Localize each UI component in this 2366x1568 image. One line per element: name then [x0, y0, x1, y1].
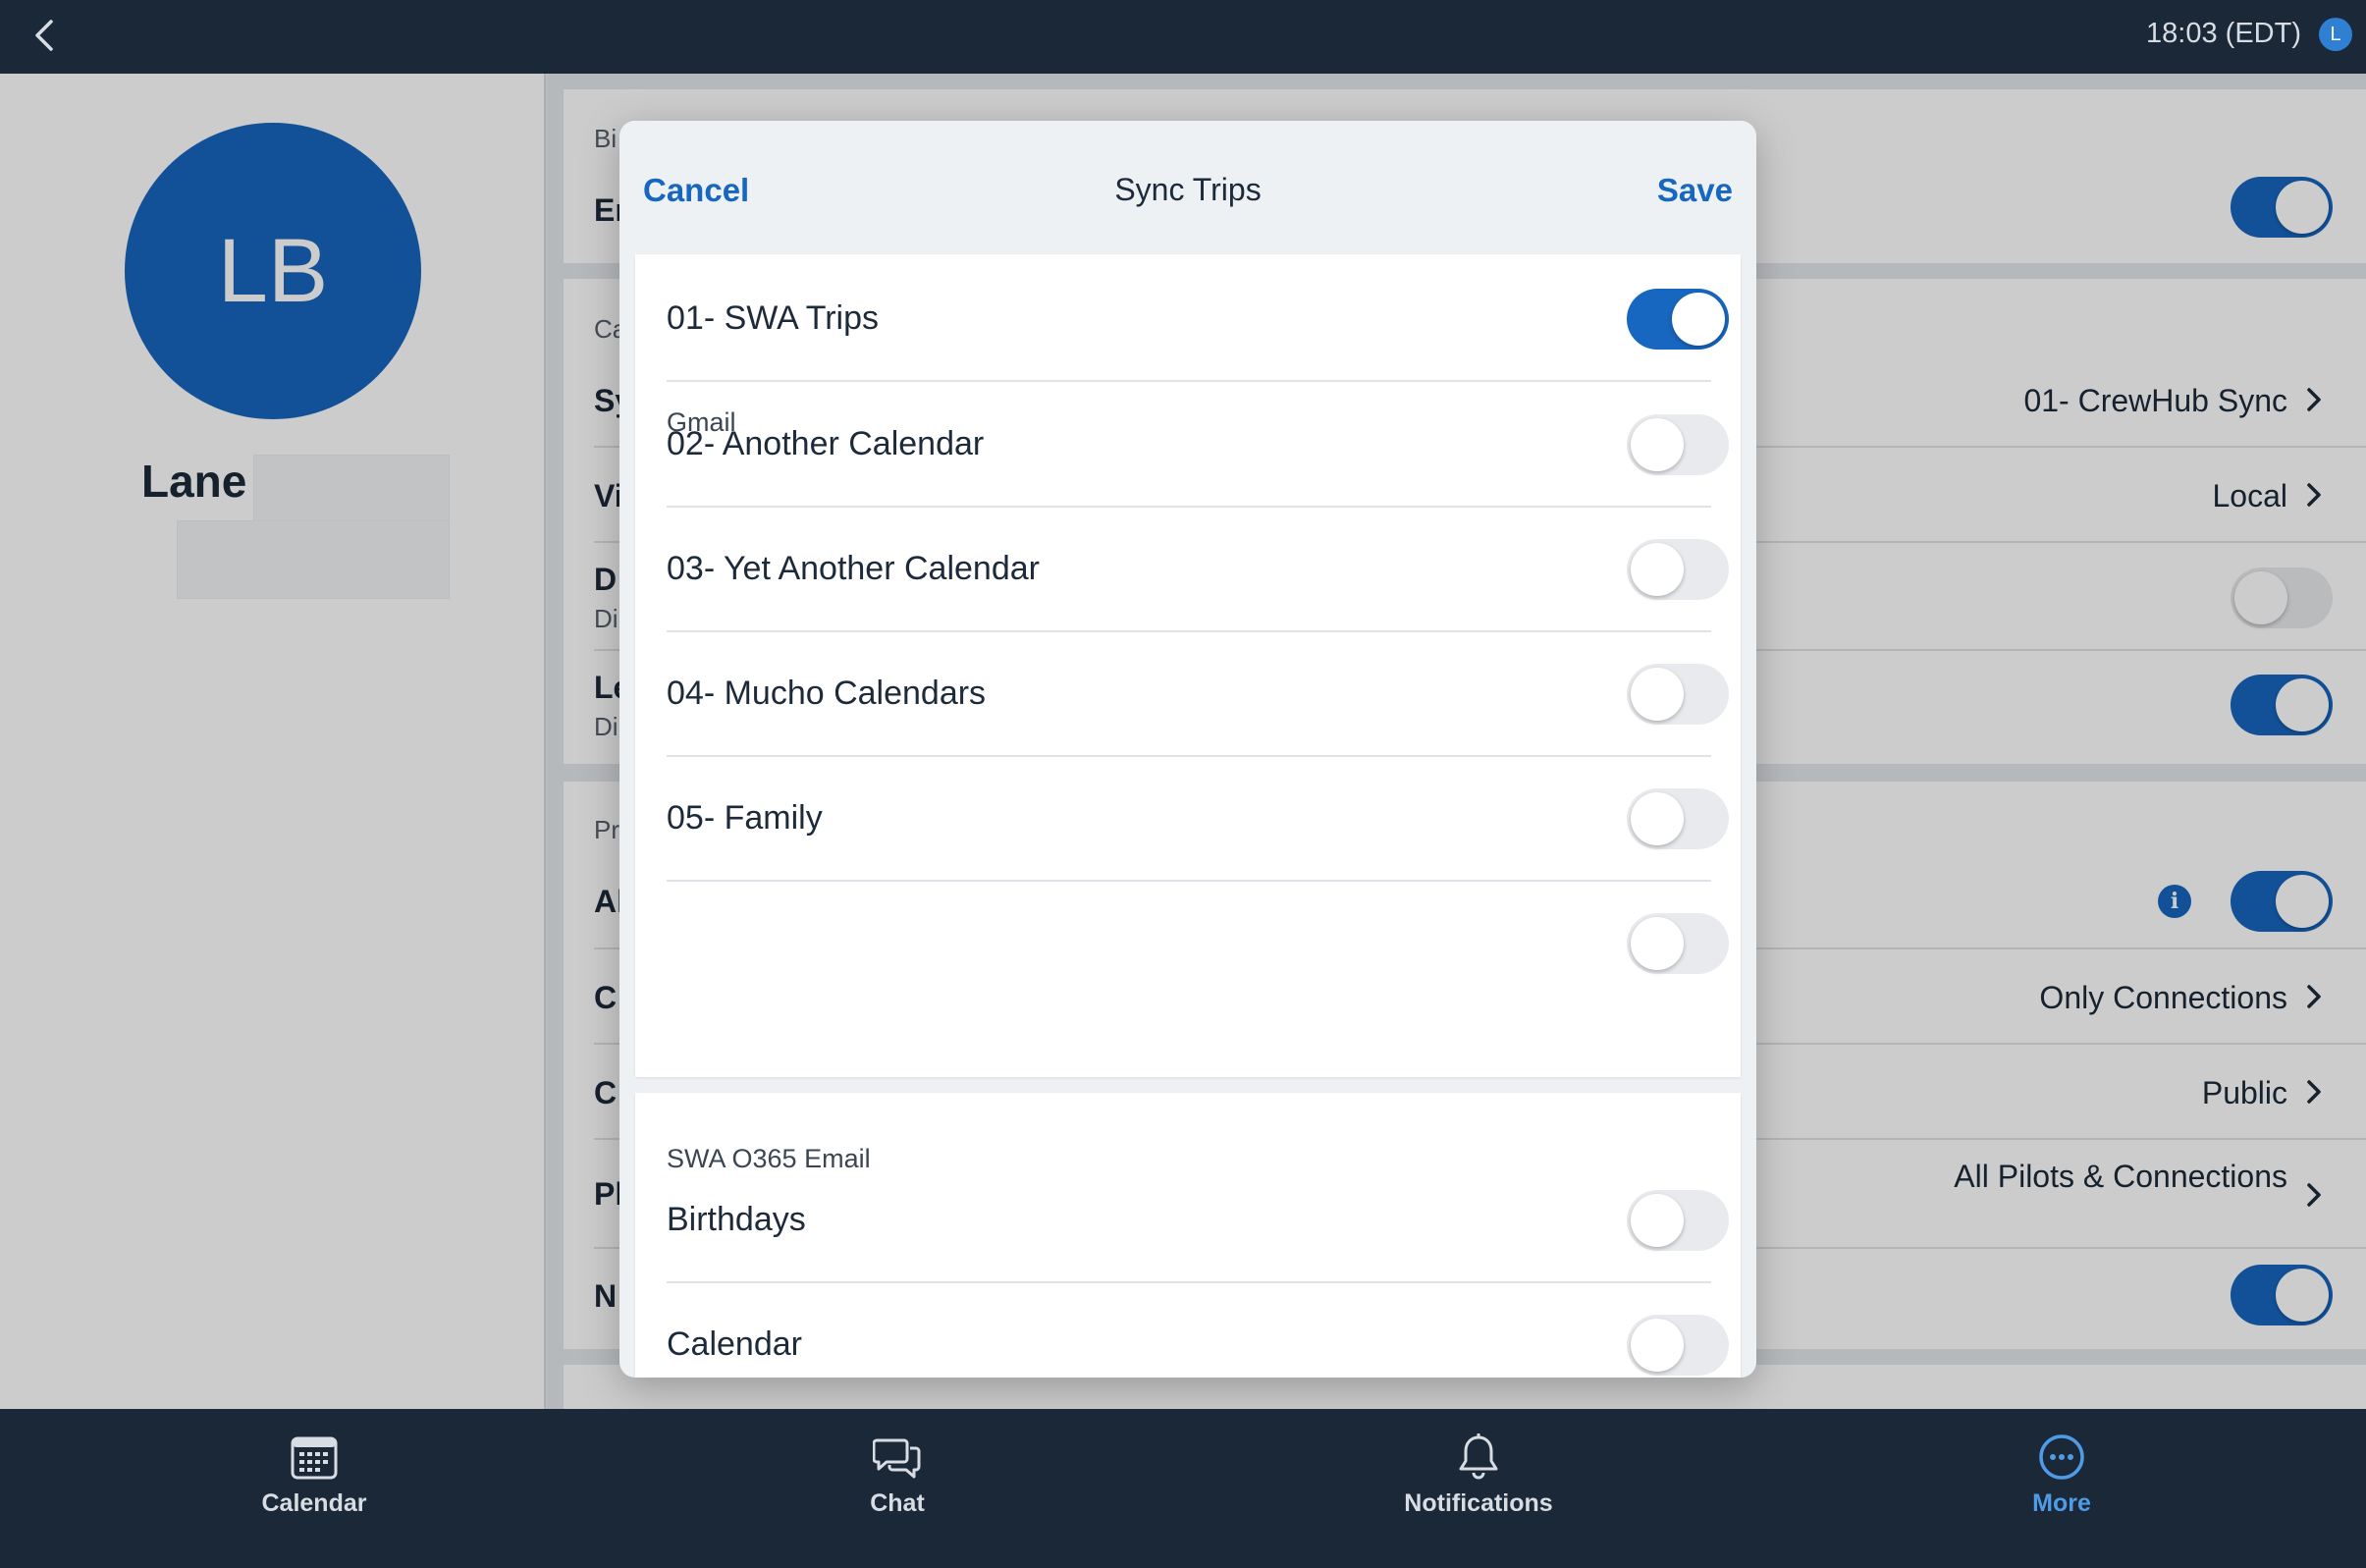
calendar-toggle[interactable]	[1627, 414, 1729, 475]
calendar-name: 01- SWA Trips	[667, 299, 880, 337]
cancel-button[interactable]: Cancel	[643, 172, 749, 209]
calendar-toggle[interactable]	[1627, 1190, 1729, 1251]
calendar-name: 02- Another Calendar	[667, 425, 985, 462]
calendar-name: 04- Mucho Calendars	[667, 675, 987, 712]
tab-notifications[interactable]: Notifications	[1331, 1409, 1626, 1568]
calendar-row[interactable]	[667, 881, 1741, 1006]
bell-icon	[1459, 1433, 1498, 1480]
chat-icon	[873, 1438, 921, 1479]
user-avatar[interactable]: L	[2319, 18, 2352, 51]
calendar-toggle[interactable]	[1627, 289, 1729, 350]
tab-more[interactable]: More	[1914, 1409, 2209, 1568]
calendar-toggle[interactable]	[1627, 539, 1729, 600]
modal-title: Sync Trips	[1114, 172, 1262, 207]
calendar-row[interactable]: 04- Mucho Calendars	[667, 631, 1741, 757]
calendar-row[interactable]: Calendar	[667, 1282, 1741, 1378]
calendar-toggle[interactable]	[1627, 1315, 1729, 1376]
calendar-name: 05- Family	[667, 799, 823, 837]
back-chevron-icon[interactable]	[26, 16, 65, 55]
sync-trips-modal: Sync Trips Cancel Save Gmail 01- SWA Tri…	[619, 121, 1756, 1378]
calendar-row[interactable]: 02- Another Calendar	[667, 382, 1741, 508]
calendar-row[interactable]: Birthdays	[667, 1158, 1741, 1283]
tab-label: Calendar	[261, 1489, 367, 1517]
calendar-name: Birthdays	[667, 1201, 806, 1238]
tab-label: Chat	[870, 1489, 925, 1517]
clock-time: 18:03 (EDT)	[2146, 18, 2301, 49]
save-button[interactable]: Save	[1657, 172, 1733, 209]
tab-chat[interactable]: Chat	[750, 1409, 1045, 1568]
tab-calendar[interactable]: Calendar	[167, 1409, 461, 1568]
calendar-row[interactable]: 03- Yet Another Calendar	[667, 507, 1741, 632]
calendar-toggle[interactable]	[1627, 788, 1729, 849]
modal-header: Sync Trips Cancel Save	[619, 121, 1756, 239]
calendar-name: 03- Yet Another Calendar	[667, 550, 1040, 587]
more-icon	[2039, 1434, 2084, 1480]
calendar-toggle[interactable]	[1627, 664, 1729, 725]
calendar-row[interactable]: 01- SWA Trips	[667, 256, 1741, 382]
calendar-toggle[interactable]	[1627, 913, 1729, 974]
top-bar: 18:03 (EDT) L	[0, 0, 2366, 74]
tab-label: Notifications	[1404, 1489, 1553, 1517]
tab-label: More	[2032, 1489, 2091, 1517]
bottom-tab-bar: Calendar Chat Notifications More	[0, 1409, 2366, 1568]
calendar-icon	[291, 1436, 338, 1480]
calendar-row[interactable]: 05- Family	[667, 756, 1741, 882]
calendar-name: Calendar	[667, 1325, 802, 1363]
